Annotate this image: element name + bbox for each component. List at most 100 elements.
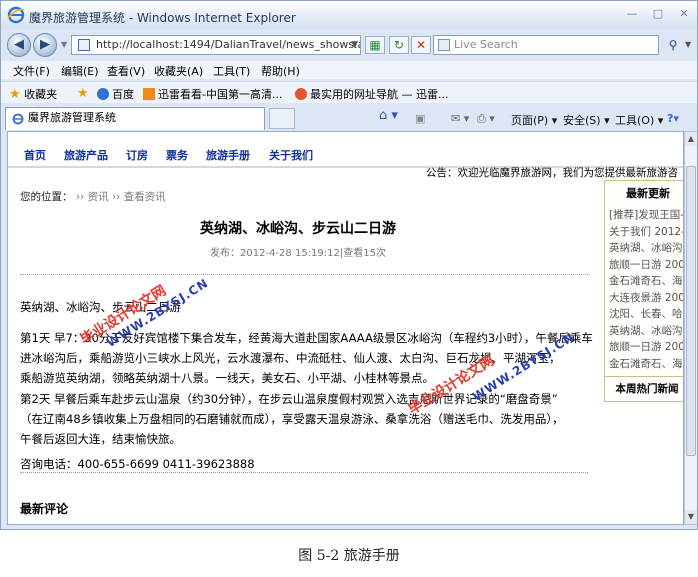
ie-logo-icon <box>7 6 25 24</box>
list-item[interactable]: 金石滩奇石、海 <box>609 356 683 373</box>
ie-tab-icon <box>12 113 24 125</box>
menu-file[interactable]: 文件(F) <box>13 63 50 79</box>
search-placeholder: Live Search <box>454 38 518 51</box>
address-dropdown-icon[interactable]: ▼ <box>351 36 358 54</box>
latest-updates-panel: 最新更新 [推荐]发现王国- 关于我们 2012-3 英纳湖、冰峪沟 旅顺一日游… <box>604 180 683 402</box>
menu-view[interactable]: 查看(V) <box>107 63 145 79</box>
xunlei-icon <box>143 88 155 100</box>
live-search-icon <box>438 39 450 51</box>
day2-line: （在辽南48乡镇收集上万盘相同的石磨铺就而成），享受露天温泉游泳、桑拿洗浴（赠送… <box>20 412 564 426</box>
safety-menu[interactable]: 安全(S) ▾ <box>563 112 610 128</box>
tab-active[interactable]: 魔界旅游管理系统 <box>5 107 265 130</box>
scroll-thumb[interactable] <box>686 166 696 456</box>
list-item[interactable]: 旅顺一日游 200 <box>609 257 683 274</box>
article-day2: 第2天 早餐后乘车赴步云山温泉（约30分钟），在步云山温泉度假村观赏入选吉尼斯世… <box>20 389 600 449</box>
nav-home[interactable]: 首页 <box>24 147 46 163</box>
breadcrumb-news[interactable]: 资讯 <box>88 191 109 203</box>
breadcrumb-separator: ›› <box>111 191 121 203</box>
latest-updates-list: [推荐]发现王国- 关于我们 2012-3 英纳湖、冰峪沟 旅顺一日游 200 … <box>609 207 683 373</box>
favorites-bar: ★ 收藏夹 ★ 百度 迅雷看看-中国第一高清... 最实用的网址导航 — 迅雷.… <box>1 81 697 103</box>
list-item[interactable]: 关于我们 2012-3 <box>609 224 683 241</box>
menu-help[interactable]: 帮助(H) <box>261 63 300 79</box>
favorites-button[interactable]: ★ 收藏夹 <box>9 86 57 102</box>
nav-site-icon <box>295 88 307 100</box>
address-toolbar: ◀ ▶ ▼ http://localhost:1494/DalianTravel… <box>1 31 697 59</box>
announcement-marquee: 公告：欢迎光临魔界旅游网，我们为您提供最新旅游咨 <box>426 167 678 179</box>
day2-line: 第2天 早餐后乘车赴步云山温泉（约30分钟），在步云山温泉度假村观赏入选吉尼斯世… <box>20 392 558 406</box>
article-title: 英纳湖、冰峪沟、步云山二日游 <box>200 221 396 237</box>
nav-travel-handbook[interactable]: 旅游手册 <box>206 147 250 163</box>
page-menu[interactable]: 页面(P) ▾ <box>511 112 557 128</box>
list-item[interactable]: 英纳湖、冰峪沟 <box>609 240 683 257</box>
home-icon[interactable]: ⌂ ▾ <box>379 108 398 123</box>
list-item[interactable]: 沈阳、长春、哈 <box>609 306 683 323</box>
history-dropdown-icon[interactable]: ▼ <box>61 40 67 49</box>
comments-heading: 最新评论 <box>20 502 69 516</box>
favorite-link-baidu[interactable]: 百度 <box>97 86 134 102</box>
scroll-down-icon[interactable]: ▼ <box>685 510 697 524</box>
tab-title: 魔界旅游管理系统 <box>28 111 116 124</box>
search-options-icon[interactable]: ▼ <box>685 40 691 49</box>
forward-arrow-icon: ▶ <box>40 37 50 52</box>
article-contact: 咨询电话：400-655-6699 0411-39623888 <box>20 457 255 471</box>
new-tab-button[interactable] <box>269 108 295 129</box>
divider <box>20 472 588 473</box>
favorites-label: 收藏夹 <box>24 88 58 101</box>
window-title: 魔界旅游管理系统 - Windows Internet Explorer <box>29 11 296 25</box>
article-meta: 发布：2012-4-28 15:19:12|查看15次 <box>210 248 386 259</box>
back-button[interactable]: ◀ <box>7 33 31 57</box>
tab-bar: 魔界旅游管理系统 ⌂ ▾ ▣ ✉ ▾ ⎙ ▾ 页面(P) ▾ 安全(S) ▾ 工… <box>1 104 697 130</box>
menu-favorites[interactable]: 收藏夹(A) <box>154 63 203 79</box>
list-item[interactable]: 旅顺一日游 200 <box>609 339 683 356</box>
list-item[interactable]: 金石滩奇石、海 <box>609 273 683 290</box>
search-input[interactable]: Live Search <box>433 35 659 55</box>
vertical-scrollbar[interactable]: ▲ ▼ <box>684 131 697 525</box>
menu-tools[interactable]: 工具(T) <box>213 63 250 79</box>
refresh-icon[interactable]: ↻ <box>389 36 409 54</box>
forward-button[interactable]: ▶ <box>33 33 57 57</box>
divider <box>20 274 588 275</box>
close-button[interactable]: ✕ <box>673 7 695 21</box>
breadcrumb-view-news: 查看资讯 <box>123 191 166 203</box>
favorite-link-xunlei-nav[interactable]: 最实用的网址导航 — 迅雷... <box>295 86 448 102</box>
compatibility-icon[interactable]: ▦ <box>365 36 385 54</box>
nav-about-us[interactable]: 关于我们 <box>269 147 313 163</box>
address-field[interactable]: http://localhost:1494/DalianTravel/news_… <box>71 35 361 55</box>
day2-line: 午餐后返回大连，结束愉快旅。 <box>20 432 181 446</box>
add-favorite-icon[interactable]: ★ <box>77 86 89 101</box>
menu-bar: 文件(F) 编辑(E) 查看(V) 收藏夹(A) 工具(T) 帮助(H) <box>1 61 697 79</box>
print-icon[interactable]: ⎙ ▾ <box>477 112 495 126</box>
nav-tickets[interactable]: 票务 <box>166 147 188 163</box>
scroll-up-icon[interactable]: ▲ <box>685 132 697 146</box>
search-icon[interactable]: ⚲ <box>663 36 683 54</box>
latest-updates-heading: 最新更新 <box>626 187 670 200</box>
stop-icon[interactable]: ✕ <box>411 36 431 54</box>
browser-window: 魔界旅游管理系统 - Windows Internet Explorer — □… <box>0 0 698 530</box>
help-icon[interactable]: ?▾ <box>667 112 679 125</box>
star-icon: ★ <box>9 87 21 102</box>
page-viewport: 首页 旅游产品 订房 票务 旅游手册 关于我们 公告：欢迎光临魔界旅游网，我们为… <box>7 131 684 525</box>
breadcrumb: 您的位置： ›› 资讯 ›› 查看资讯 <box>20 189 166 204</box>
breadcrumb-label: 您的位置： <box>20 191 73 203</box>
minimize-button[interactable]: — <box>621 7 643 21</box>
site-nav: 首页 旅游产品 订房 票务 旅游手册 关于我们 <box>8 138 683 168</box>
favorite-link-xunlei-kankan[interactable]: 迅雷看看-中国第一高清... <box>143 86 282 102</box>
tools-menu[interactable]: 工具(O) ▾ <box>615 112 663 128</box>
mail-icon[interactable]: ✉ ▾ <box>451 112 469 125</box>
figure-caption: 图 5-2 旅游手册 <box>298 548 400 564</box>
list-item[interactable]: [推荐]发现王国- <box>609 207 683 224</box>
nav-booking[interactable]: 订房 <box>126 147 148 163</box>
hot-news-heading: 本周热门新闻 <box>615 383 679 395</box>
ie-page-icon <box>97 88 109 100</box>
back-arrow-icon: ◀ <box>14 37 24 52</box>
list-item[interactable]: 大连夜景游 200 <box>609 290 683 307</box>
nav-travel-products[interactable]: 旅游产品 <box>64 147 108 163</box>
hot-news-panel: 本周热门新闻 <box>604 376 683 398</box>
address-url: http://localhost:1494/DalianTravel/news_… <box>96 38 360 51</box>
page-icon <box>78 39 90 51</box>
feeds-icon[interactable]: ▣ <box>415 112 425 125</box>
list-item[interactable]: 英纳湖、冰峪沟 <box>609 323 683 340</box>
menu-edit[interactable]: 编辑(E) <box>61 63 99 79</box>
maximize-button[interactable]: □ <box>647 7 669 21</box>
breadcrumb-separator: ›› <box>75 191 85 203</box>
